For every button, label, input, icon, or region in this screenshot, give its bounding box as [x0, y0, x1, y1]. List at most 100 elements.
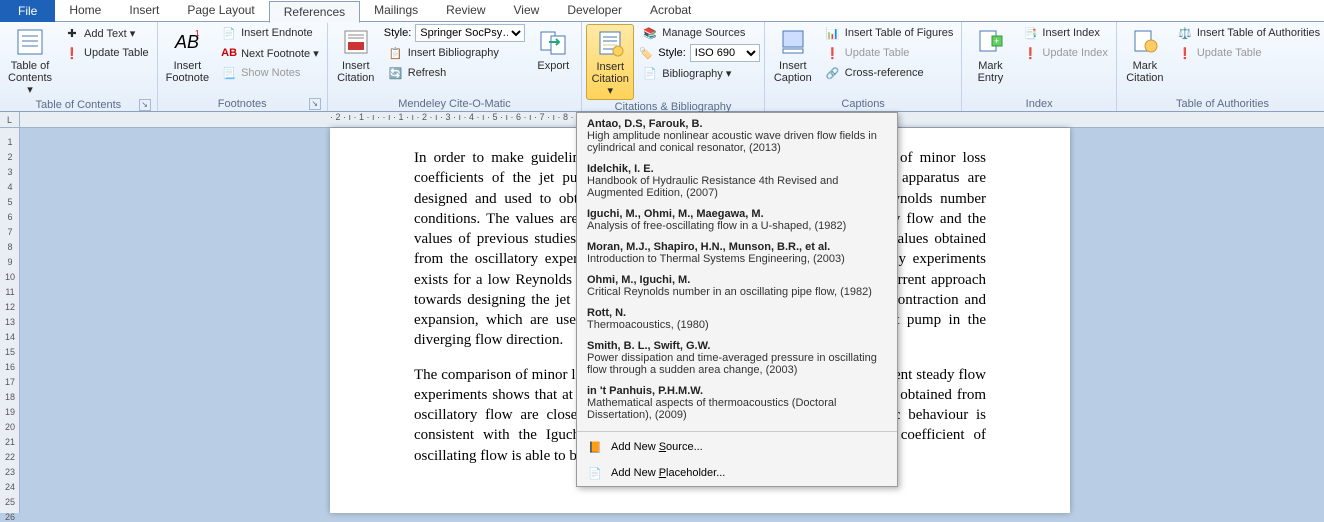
bibliography-dropdown-icon: 📄 — [642, 65, 658, 81]
update-toc-button[interactable]: ❗Update Table — [60, 44, 153, 62]
update-index-button[interactable]: ❗Update Index — [1018, 44, 1111, 62]
add-text-icon: ✚ — [64, 25, 80, 41]
insert-bibliography-button[interactable]: 📋Insert Bibliography — [384, 44, 526, 62]
update-tof-button[interactable]: ❗Update Table — [821, 44, 958, 62]
next-footnote-button[interactable]: ABNext Footnote ▾ — [217, 44, 323, 62]
mendeley-citation-icon — [340, 26, 372, 58]
insert-caption-button[interactable]: InsertCaption — [769, 24, 817, 86]
insert-toa-button[interactable]: ⚖️Insert Table of Authorities — [1173, 24, 1324, 42]
insert-index-button[interactable]: 📑Insert Index — [1018, 24, 1111, 42]
mendeley-style-label: Style: — [384, 27, 412, 39]
style-icon: 🏷️ — [638, 45, 654, 61]
cross-ref-icon: 🔗 — [825, 65, 841, 81]
insert-endnote-button[interactable]: 📄Insert Endnote — [217, 24, 323, 42]
tab-review[interactable]: Review — [432, 0, 499, 22]
update-toa-button[interactable]: ❗Update Table — [1173, 44, 1324, 62]
citation-item[interactable]: Smith, B. L., Swift, G.W.Power dissipati… — [577, 337, 897, 382]
toc-icon — [14, 26, 46, 58]
group-label-toa: Table of Authorities — [1121, 97, 1324, 111]
ruler-mark: 22 — [0, 452, 20, 462]
footnote-label: InsertFootnote — [166, 60, 209, 84]
group-toc: Table ofContents ▾ ✚Add Text ▾ ❗Update T… — [0, 22, 158, 111]
mark-citation-button[interactable]: MarkCitation — [1121, 24, 1169, 86]
mendeley-insert-citation-button[interactable]: InsertCitation — [332, 24, 380, 86]
tab-file[interactable]: File — [0, 0, 55, 22]
ribbon-tabbar: File HomeInsertPage LayoutReferencesMail… — [0, 0, 1324, 22]
insert-citation-button[interactable]: InsertCitation ▾ — [586, 24, 634, 100]
ruler-mark: 11 — [0, 287, 20, 297]
export-icon — [537, 26, 569, 58]
manage-sources-icon: 📚 — [642, 25, 658, 41]
export-button[interactable]: Export — [529, 24, 577, 74]
refresh-button[interactable]: 🔄Refresh — [384, 64, 526, 82]
dialog-launcher-icon[interactable]: ↘ — [139, 99, 151, 111]
citation-item[interactable]: Antao, D.S, Farouk, B.High amplitude non… — [577, 115, 897, 160]
tab-view[interactable]: View — [500, 0, 554, 22]
mark-citation-icon — [1129, 26, 1161, 58]
ruler-mark: 21 — [0, 437, 20, 447]
ruler-corner[interactable]: L — [0, 112, 20, 128]
ruler-mark: 15 — [0, 347, 20, 357]
svg-text:+: + — [994, 36, 999, 46]
citation-item[interactable]: Moran, M.J., Shapiro, H.N., Munson, B.R.… — [577, 238, 897, 271]
show-notes-button[interactable]: 📃Show Notes — [217, 64, 323, 82]
group-captions: InsertCaption 📊Insert Table of Figures ❗… — [765, 22, 963, 111]
add-new-placeholder-menuitem[interactable]: 📄 Add New Placeholder... — [577, 460, 897, 486]
mendeley-style-combo[interactable]: Springer SocPsy… — [415, 24, 525, 42]
update-icon: ❗ — [64, 45, 80, 61]
dialog-launcher-icon[interactable]: ↘ — [309, 98, 321, 110]
citation-title: Thermoacoustics, (1980) — [587, 319, 887, 331]
add-text-button[interactable]: ✚Add Text ▾ — [60, 24, 153, 42]
vertical-ruler[interactable]: 1234567891011121314151617181920212223242… — [0, 128, 20, 513]
table-of-contents-button[interactable]: Table ofContents ▾ — [4, 24, 56, 98]
group-footnotes: AB1 InsertFootnote 📄Insert Endnote ABNex… — [158, 22, 328, 111]
citation-authors: Antao, D.S, Farouk, B. — [587, 118, 887, 130]
tab-insert[interactable]: Insert — [115, 0, 173, 22]
citation-title: Analysis of free-oscillating flow in a U… — [587, 220, 887, 232]
tab-developer[interactable]: Developer — [553, 0, 636, 22]
citations-style-combo[interactable]: ISO 690 — [690, 44, 760, 62]
tab-page-layout[interactable]: Page Layout — [173, 0, 268, 22]
ruler-mark: 5 — [0, 197, 20, 207]
citation-item[interactable]: in 't Panhuis, P.H.M.W.Mathematical aspe… — [577, 382, 897, 427]
bibliography-button[interactable]: 📄Bibliography ▾ — [638, 64, 760, 82]
mark-entry-button[interactable]: + MarkEntry — [966, 24, 1014, 86]
refresh-icon: 🔄 — [388, 65, 404, 81]
citation-authors: Rott, N. — [587, 307, 887, 319]
cross-reference-button[interactable]: 🔗Cross-reference — [821, 64, 958, 82]
citation-authors: Iguchi, M., Ohmi, M., Maegawa, M. — [587, 208, 887, 220]
citation-title: Power dissipation and time-averaged pres… — [587, 352, 887, 376]
tab-acrobat[interactable]: Acrobat — [636, 0, 705, 22]
mark-entry-icon: + — [974, 26, 1006, 58]
insert-index-icon: 📑 — [1022, 25, 1038, 41]
ruler-mark: 25 — [0, 497, 20, 507]
citation-authors: Smith, B. L., Swift, G.W. — [587, 340, 887, 352]
citation-item[interactable]: Ohmi, M., Iguchi, M.Critical Reynolds nu… — [577, 271, 897, 304]
tab-references[interactable]: References — [269, 1, 360, 23]
ruler-mark: 13 — [0, 317, 20, 327]
ruler-mark: 8 — [0, 242, 20, 252]
toc-label: Table ofContents ▾ — [8, 60, 52, 96]
tab-mailings[interactable]: Mailings — [360, 0, 432, 22]
menu-separator — [577, 431, 897, 432]
citation-item[interactable]: Idelchik, I. E.Handbook of Hydraulic Res… — [577, 160, 897, 205]
new-placeholder-icon: 📄 — [587, 465, 603, 481]
citation-authors: Idelchik, I. E. — [587, 163, 887, 175]
insert-footnote-button[interactable]: AB1 InsertFootnote — [162, 24, 213, 86]
group-label-footnotes: Footnotes↘ — [162, 97, 323, 111]
citation-item[interactable]: Iguchi, M., Ohmi, M., Maegawa, M.Analysi… — [577, 205, 897, 238]
ruler-mark: 14 — [0, 332, 20, 342]
citation-item[interactable]: Rott, N.Thermoacoustics, (1980) — [577, 304, 897, 337]
insert-table-of-figures-button[interactable]: 📊Insert Table of Figures — [821, 24, 958, 42]
citation-authors: Moran, M.J., Shapiro, H.N., Munson, B.R.… — [587, 241, 887, 253]
show-notes-icon: 📃 — [221, 65, 237, 81]
citation-title: Mathematical aspects of thermoacoustics … — [587, 397, 887, 421]
add-new-source-menuitem[interactable]: 📙 Add New Source... — [577, 434, 897, 460]
ribbon: Table ofContents ▾ ✚Add Text ▾ ❗Update T… — [0, 22, 1324, 112]
tab-home[interactable]: Home — [55, 0, 115, 22]
manage-sources-button[interactable]: 📚Manage Sources — [638, 24, 760, 42]
ruler-mark: 17 — [0, 377, 20, 387]
ruler-mark: 1 — [0, 137, 20, 147]
ruler-mark: 23 — [0, 467, 20, 477]
caption-icon — [777, 26, 809, 58]
